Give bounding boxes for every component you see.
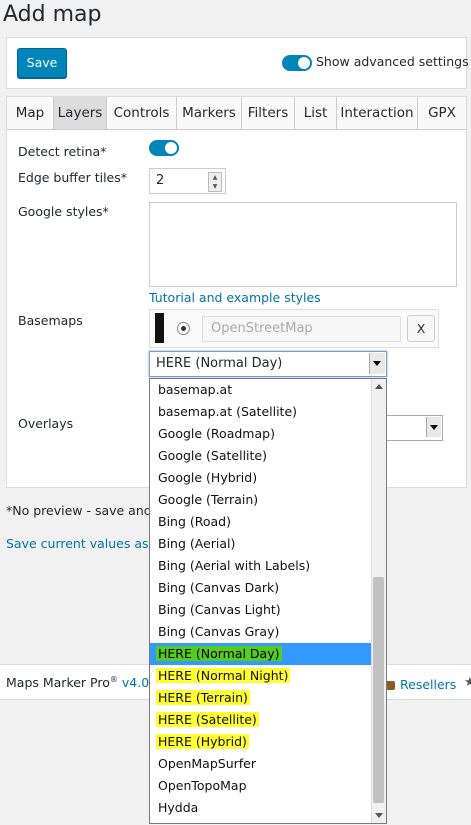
detect-retina-toggle[interactable] xyxy=(149,140,179,156)
dropdown-option[interactable]: OpenTopoMap xyxy=(150,775,371,797)
dropdown-option[interactable]: HERE (Satellite) xyxy=(150,709,371,731)
reseller-icon xyxy=(386,681,395,690)
footer-version-link[interactable]: v4.0 xyxy=(122,675,149,690)
basemap-select[interactable]: HERE (Normal Day) xyxy=(149,351,387,377)
toggle-knob xyxy=(298,57,310,69)
scroll-thumb[interactable] xyxy=(373,577,384,803)
star-icon[interactable]: ★ xyxy=(464,675,471,690)
basemap-name-field[interactable]: OpenStreetMap xyxy=(202,316,401,342)
resellers-link[interactable]: Resellers xyxy=(400,677,456,692)
spinner-arrows-icon[interactable]: ▲ ▼ xyxy=(208,172,222,192)
basemap-dropdown-list: basemap.at basemap.at (Satellite) Google… xyxy=(149,378,387,824)
dropdown-option[interactable]: basemap.at (Satellite) xyxy=(150,401,371,423)
tab-filters[interactable]: Filters xyxy=(242,97,295,129)
tab-list[interactable]: List xyxy=(295,97,337,129)
basemap-name-value: OpenStreetMap xyxy=(211,321,313,336)
page-title: Add map xyxy=(3,2,102,27)
footer-brand: Maps Marker Pro® v4.0 xyxy=(6,675,149,690)
edge-buffer-label: Edge buffer tiles* xyxy=(18,170,128,185)
dropdown-option[interactable]: Google (Roadmap) xyxy=(150,423,371,445)
dropdown-option[interactable]: Bing (Canvas Gray) xyxy=(150,621,371,643)
dropdown-option[interactable]: Bing (Road) xyxy=(150,511,371,533)
chevron-down-icon[interactable] xyxy=(369,353,385,374)
dropdown-option[interactable]: Google (Satellite) xyxy=(150,445,371,467)
footer-brand-name: Maps Marker Pro xyxy=(6,675,110,691)
edge-buffer-input[interactable]: 2 ▲ ▼ xyxy=(149,168,226,194)
scroll-up-icon[interactable] xyxy=(375,384,383,389)
tab-bar: Map Layers Controls Markers Filters List… xyxy=(7,97,466,130)
dropdown-option[interactable]: Bing (Aerial with Labels) xyxy=(150,555,371,577)
dropdown-option[interactable]: Bing (Canvas Light) xyxy=(150,599,371,621)
dropdown-option[interactable]: HERE (Normal Night) xyxy=(150,665,371,687)
edge-buffer-value: 2 xyxy=(156,173,165,188)
basemap-radio[interactable] xyxy=(177,322,190,335)
dropdown-option[interactable]: HERE (Terrain) xyxy=(150,687,371,709)
basemap-select-value: HERE (Normal Day) xyxy=(156,356,283,371)
save-current-values-link[interactable]: Save current values as de xyxy=(6,536,168,551)
tab-map[interactable]: Map xyxy=(7,97,54,129)
dropdown-option[interactable]: Hydda xyxy=(150,797,371,819)
tab-layers[interactable]: Layers xyxy=(54,97,107,129)
dropdown-option[interactable]: basemap.at xyxy=(150,379,371,401)
tab-markers[interactable]: Markers xyxy=(177,97,242,129)
dropdown-option[interactable]: HERE (Hybrid) xyxy=(150,731,371,753)
advanced-settings-label: Show advanced settings xyxy=(316,54,469,69)
dropdown-option[interactable]: Google (Terrain) xyxy=(150,489,371,511)
preview-note: *No preview - save and r xyxy=(6,503,161,518)
chevron-down-icon xyxy=(426,417,441,437)
dropdown-option-selected[interactable]: HERE (Normal Day) xyxy=(150,643,371,665)
dropdown-option[interactable]: Google (Hybrid) xyxy=(150,467,371,489)
tab-interaction[interactable]: Interaction xyxy=(337,97,418,129)
advanced-settings-toggle[interactable] xyxy=(282,55,312,71)
google-styles-textarea[interactable] xyxy=(149,202,457,287)
top-panel: Save Show advanced settings xyxy=(6,37,469,89)
drag-handle-icon[interactable] xyxy=(155,313,164,343)
tab-controls[interactable]: Controls xyxy=(107,97,177,129)
tab-gpx[interactable]: GPX xyxy=(418,97,466,129)
overlays-select[interactable] xyxy=(381,415,443,441)
scroll-down-icon[interactable] xyxy=(375,813,383,818)
dropdown-scrollbar[interactable] xyxy=(371,379,386,823)
dropdown-option[interactable]: OpenMapSurfer xyxy=(150,753,371,775)
remove-basemap-button[interactable]: X xyxy=(407,315,435,342)
toggle-knob xyxy=(165,142,177,154)
dropdown-option[interactable]: Bing (Aerial) xyxy=(150,533,371,555)
basemap-entry: OpenStreetMap X xyxy=(149,309,439,348)
overlays-label: Overlays xyxy=(18,416,74,431)
tutorial-link[interactable]: Tutorial and example styles xyxy=(149,290,321,305)
footer-registered-mark: ® xyxy=(109,675,118,684)
save-button[interactable]: Save xyxy=(17,48,67,78)
basemaps-label: Basemaps xyxy=(18,313,83,328)
detect-retina-label: Detect retina* xyxy=(18,144,107,159)
dropdown-option[interactable]: Bing (Canvas Dark) xyxy=(150,577,371,599)
google-styles-label: Google styles* xyxy=(18,204,109,219)
